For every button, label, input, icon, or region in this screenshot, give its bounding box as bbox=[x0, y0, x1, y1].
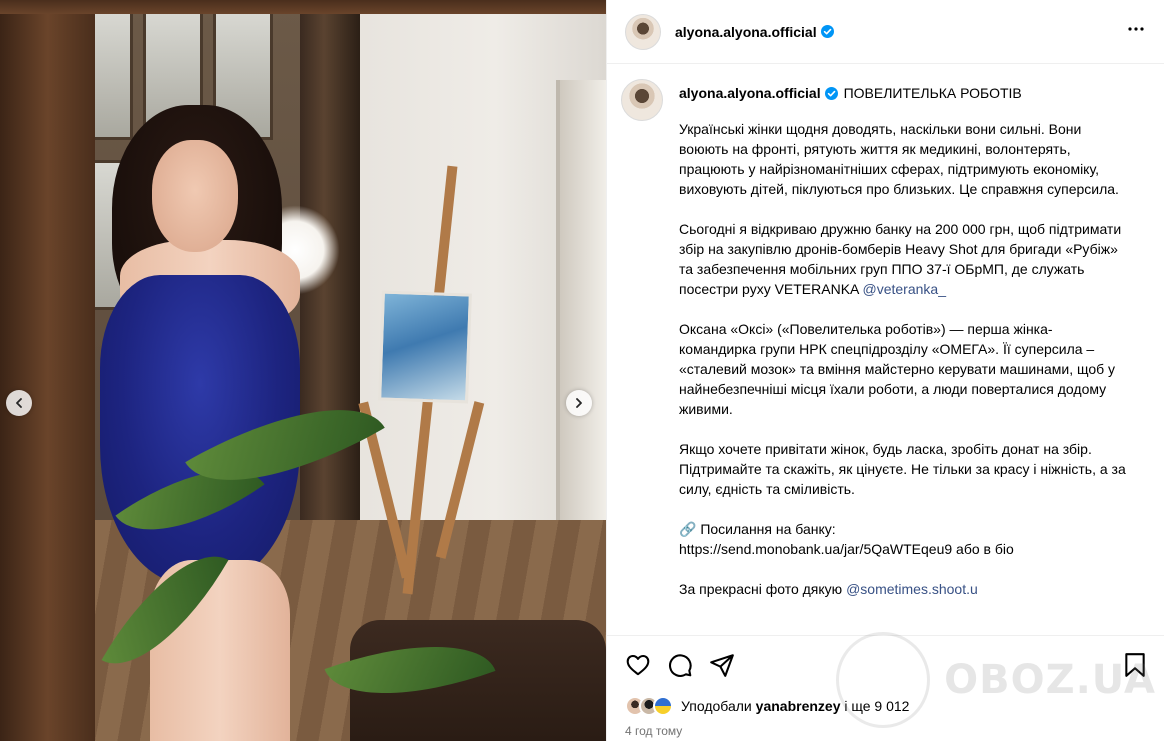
share-button[interactable] bbox=[709, 652, 735, 678]
avatar bbox=[653, 696, 673, 716]
more-options-button[interactable] bbox=[1126, 19, 1146, 44]
caption-paragraph: Якщо хочете привітати жінок, будь ласка,… bbox=[679, 441, 1126, 497]
previous-photo-button[interactable] bbox=[6, 390, 32, 416]
like-button[interactable] bbox=[625, 652, 651, 678]
comment-icon bbox=[669, 654, 692, 677]
next-photo-button[interactable] bbox=[566, 390, 592, 416]
post-timestamp[interactable]: 4 год тому bbox=[625, 724, 1147, 738]
caption: alyona.alyona.official ПОВЕЛИТЕЛЬКА РОБО… bbox=[621, 79, 1147, 599]
caption-author-avatar[interactable] bbox=[621, 79, 663, 121]
caption-paragraph: Оксана «Оксі» («Повелителька роботів») —… bbox=[679, 321, 1116, 417]
verified-icon bbox=[824, 86, 838, 100]
caption-paragraph-text: За прекрасні фото дякую bbox=[679, 581, 847, 597]
chevron-left-icon bbox=[16, 398, 22, 408]
mirror-frame-top bbox=[0, 0, 606, 14]
caption-paragraph: Сьогодні я відкриваю дружню банку на 200… bbox=[679, 219, 1129, 299]
verified-icon bbox=[820, 25, 834, 38]
action-icons bbox=[625, 650, 1147, 680]
likes-count[interactable]: і ще 9 012 bbox=[844, 698, 909, 714]
caption-body: alyona.alyona.official ПОВЕЛИТЕЛЬКА РОБО… bbox=[679, 79, 1129, 599]
caption-paragraph: Українські жінки щодня доводять, наскіль… bbox=[679, 121, 1119, 197]
photo-doorframe bbox=[556, 80, 606, 550]
person-face bbox=[152, 140, 238, 252]
comment-button[interactable] bbox=[667, 652, 693, 678]
author-username[interactable]: alyona.alyona.official bbox=[675, 24, 817, 40]
save-button[interactable] bbox=[1123, 652, 1147, 678]
post-header: alyona.alyona.official bbox=[607, 0, 1164, 64]
post-actions: Уподобали yanabrenzey і ще 9 012 4 год т… bbox=[607, 635, 1164, 738]
caption-paragraph: За прекрасні фото дякую @sometimes.shoot… bbox=[679, 579, 1129, 599]
painting bbox=[378, 290, 472, 404]
post-side-panel: alyona.alyona.official alyona.alyona.off… bbox=[606, 0, 1164, 741]
caption-title: ПОВЕЛИТЕЛЬКА РОБОТІВ bbox=[843, 85, 1022, 101]
caption-header: alyona.alyona.official ПОВЕЛИТЕЛЬКА РОБО… bbox=[679, 79, 1129, 107]
mirror-frame bbox=[0, 0, 95, 741]
caption-paragraph: 🔗 Посилання на банку: https://send.monob… bbox=[679, 521, 1014, 557]
share-icon bbox=[710, 654, 734, 677]
caption-username[interactable]: alyona.alyona.official bbox=[679, 83, 821, 103]
liker-avatars bbox=[625, 696, 673, 716]
chevron-right-icon bbox=[576, 398, 582, 408]
likes-prefix: Уподобали bbox=[681, 698, 752, 714]
caption-scroll-area[interactable]: alyona.alyona.official ПОВЕЛИТЕЛЬКА РОБО… bbox=[607, 65, 1164, 635]
mention-link[interactable]: @veteranka_ bbox=[863, 281, 946, 297]
more-icon bbox=[1128, 27, 1144, 31]
likes-summary: Уподобали yanabrenzey і ще 9 012 bbox=[625, 694, 1147, 718]
post-photo[interactable] bbox=[0, 0, 606, 741]
heart-icon bbox=[626, 654, 650, 676]
bookmark-icon bbox=[1125, 653, 1145, 677]
author-avatar[interactable] bbox=[625, 13, 661, 50]
mention-link[interactable]: @sometimes.shoot.u bbox=[846, 581, 978, 597]
liker-username[interactable]: yanabrenzey bbox=[756, 698, 841, 714]
